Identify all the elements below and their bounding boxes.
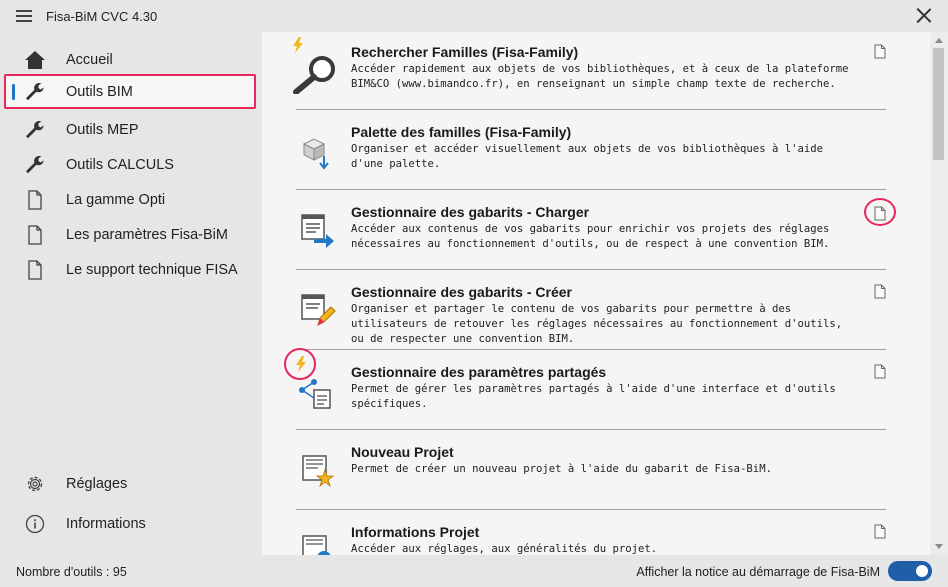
document-icon[interactable]: [874, 44, 886, 59]
tool-description: Accéder aux contenus de vos gabarits pou…: [351, 223, 830, 250]
tool-item-rechercher-familles[interactable]: Rechercher Familles (Fisa-Family) Accéde…: [293, 37, 886, 110]
sidebar-item-label: Outils CALCULS: [66, 156, 174, 173]
highlight-ring: [864, 198, 896, 226]
sidebar-item-accueil[interactable]: Accueil: [4, 42, 256, 77]
sidebar-item-label: Accueil: [66, 51, 113, 68]
shared-parameters-icon: [299, 379, 331, 409]
wrench-icon: [26, 120, 44, 139]
notice-toggle-label: Afficher la notice au démarrage de Fisa-…: [636, 565, 880, 579]
document-icon[interactable]: [874, 364, 886, 379]
active-indicator: [12, 84, 15, 100]
tool-description: Permet de gérer les paramètres partagés …: [351, 383, 836, 410]
home-icon: [25, 51, 45, 69]
tool-item-parametres-partages[interactable]: Gestionnaire des paramètres partagés Per…: [284, 348, 886, 430]
status-bar: Nombre d'outils : 95 Afficher la notice …: [0, 555, 948, 587]
scroll-down-arrow-icon[interactable]: [935, 544, 943, 549]
sidebar-item-outils-bim[interactable]: Outils BIM: [4, 74, 256, 109]
tool-title: Nouveau Projet: [351, 444, 454, 460]
scroll-up-arrow-icon[interactable]: [935, 38, 943, 43]
document-icon[interactable]: [874, 284, 886, 299]
palette-cube-icon: [302, 138, 329, 170]
sidebar-item-outils-calculs[interactable]: Outils CALCULS: [4, 147, 256, 182]
divider: [296, 349, 886, 350]
tool-title: Gestionnaire des paramètres partagés: [351, 364, 607, 380]
tool-title: Palette des familles (Fisa-Family): [351, 124, 572, 140]
sidebar-item-label: Informations: [66, 515, 146, 532]
divider: [296, 269, 886, 270]
scroll-thumb[interactable]: [933, 48, 944, 160]
sidebar-item-outils-mep[interactable]: Outils MEP: [4, 112, 256, 147]
tool-title: Gestionnaire des gabarits - Charger: [351, 204, 590, 220]
wrench-icon: [26, 155, 44, 174]
info-icon: [25, 514, 45, 534]
tool-title: Gestionnaire des gabarits - Créer: [351, 284, 572, 300]
divider: [296, 189, 886, 190]
tool-item-informations-projet[interactable]: Informations Projet Accéder aux réglages…: [296, 524, 886, 555]
sidebar-item-support[interactable]: Le support technique FISA: [4, 252, 256, 287]
wrench-icon: [26, 82, 44, 101]
tools-list: Rechercher Familles (Fisa-Family) Accéde…: [262, 32, 930, 555]
menu-icon[interactable]: [16, 10, 32, 22]
sidebar-item-label: Outils MEP: [66, 121, 139, 138]
document-icon: [28, 190, 42, 210]
tool-item-gabarits-creer[interactable]: Gestionnaire des gabarits - Créer Organi…: [296, 284, 886, 350]
gear-icon: [27, 476, 43, 492]
app-title: Fisa-BiM CVC 4.30: [46, 8, 158, 24]
template-load-icon: [301, 214, 334, 248]
tool-item-palette-familles[interactable]: Palette des familles (Fisa-Family) Organ…: [296, 124, 886, 190]
tool-description: Accéder rapidement aux objets de vos bib…: [351, 63, 849, 90]
vertical-scrollbar[interactable]: [930, 32, 948, 555]
sidebar-item-label: Outils BIM: [66, 83, 133, 100]
sidebar-item-parametres[interactable]: Les paramètres Fisa-BiM: [4, 217, 256, 252]
new-project-icon: [302, 455, 335, 488]
close-icon[interactable]: [916, 7, 932, 23]
sidebar-item-informations[interactable]: Informations: [4, 506, 256, 541]
tool-title: Informations Projet: [351, 524, 480, 540]
tool-description: Permet de créer un nouveau projet à l'ai…: [351, 463, 772, 475]
document-icon: [28, 225, 42, 245]
document-icon[interactable]: [874, 524, 886, 539]
project-info-icon: [302, 535, 331, 555]
sidebar-item-label: Les paramètres Fisa-BiM: [66, 226, 228, 243]
magnifier-icon: [293, 56, 335, 94]
lightning-icon: [293, 37, 303, 53]
tool-title: Rechercher Familles (Fisa-Family): [351, 44, 579, 60]
sidebar-item-label: Réglages: [66, 475, 128, 492]
tool-item-nouveau-projet[interactable]: Nouveau Projet Permet de créer un nouvea…: [296, 444, 886, 510]
tool-item-gabarits-charger[interactable]: Gestionnaire des gabarits - Charger Accé…: [296, 198, 896, 270]
tool-description: Accéder aux réglages, aux généralités du…: [351, 543, 658, 555]
lightning-icon: [296, 356, 306, 372]
document-icon: [28, 260, 42, 280]
sidebar: Accueil Outils BIM Outils MEP Outils CAL…: [0, 32, 262, 555]
sidebar-item-reglages[interactable]: Réglages: [4, 466, 256, 501]
sidebar-item-label: Le support technique FISA: [66, 261, 238, 278]
sidebar-item-label: La gamme Opti: [66, 191, 166, 208]
divider: [296, 509, 886, 510]
notice-toggle[interactable]: [888, 561, 932, 581]
tool-count: Nombre d'outils : 95: [16, 565, 127, 579]
tool-description: Organiser et accéder visuellement aux ob…: [351, 143, 823, 170]
template-create-icon: [301, 294, 336, 326]
divider: [296, 429, 886, 430]
tool-description: Organiser et partager le contenu de vos …: [351, 303, 843, 345]
title-bar: Fisa-BiM CVC 4.30: [0, 0, 948, 32]
divider: [296, 109, 886, 110]
sidebar-item-gamme-opti[interactable]: La gamme Opti: [4, 182, 256, 217]
